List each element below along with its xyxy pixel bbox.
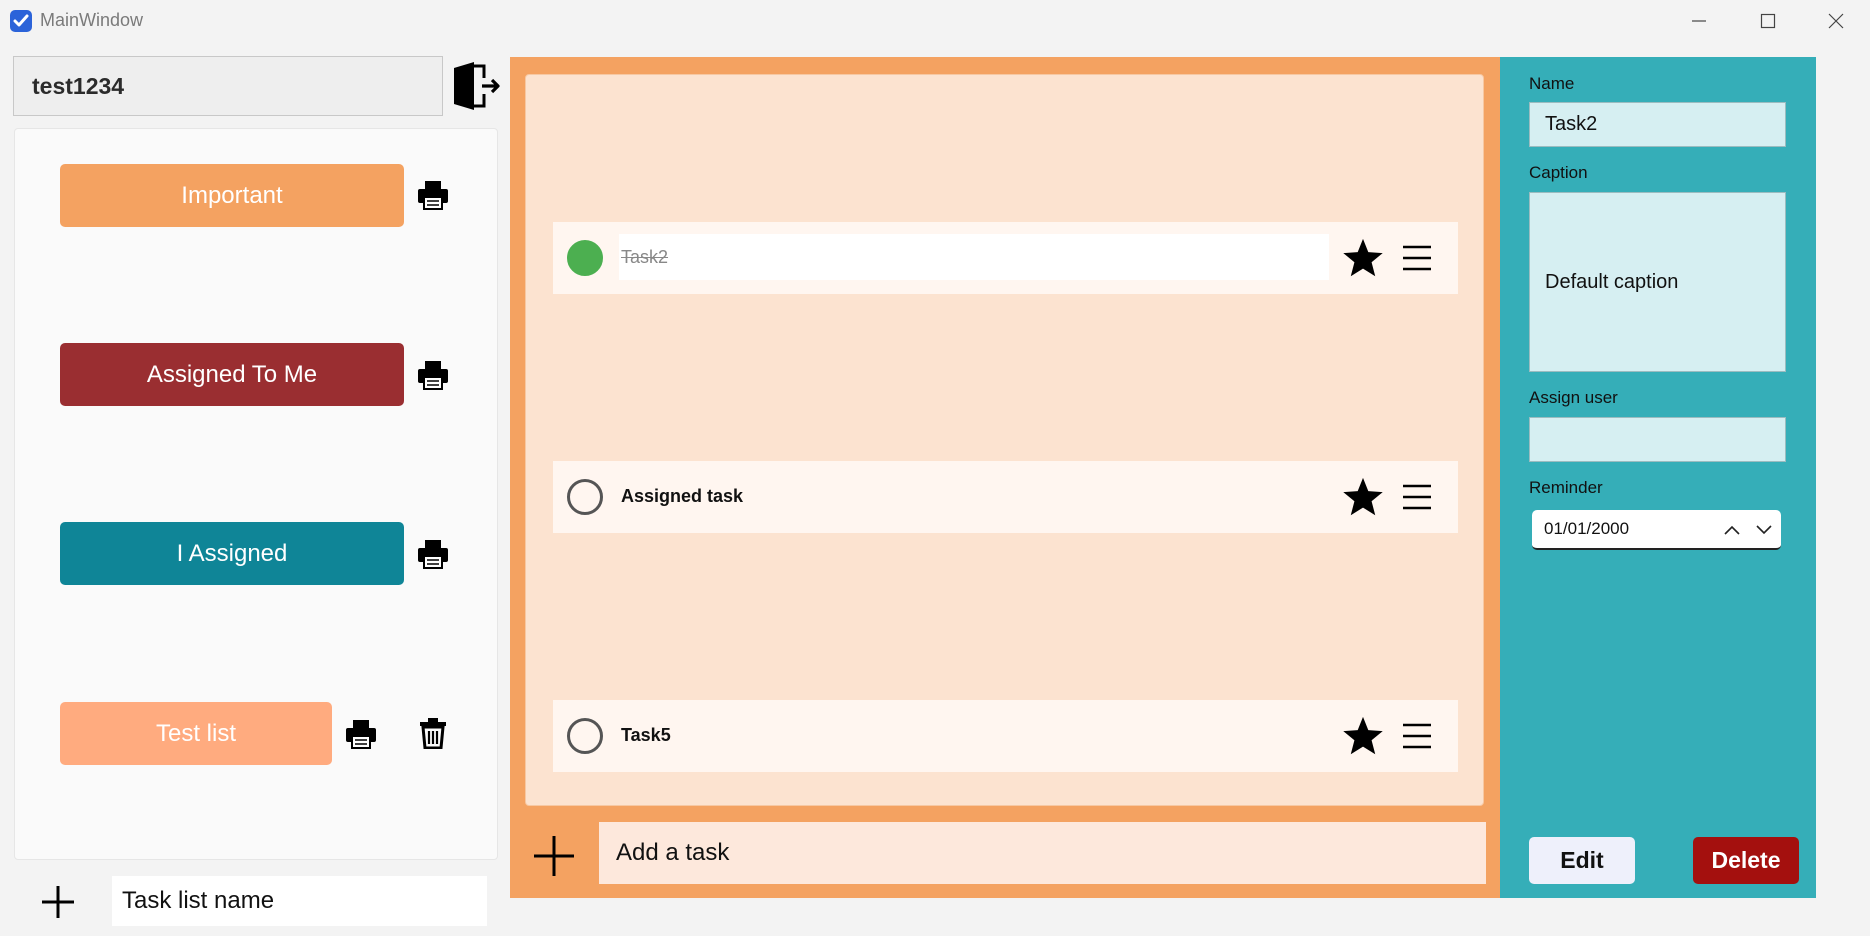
logout-door-icon: [454, 62, 500, 110]
task-lists-panel: Important Assigned To Me I Assigned Test…: [14, 128, 498, 860]
delete-button[interactable]: Delete: [1693, 837, 1799, 884]
task-row[interactable]: Task2: [553, 222, 1458, 294]
print-important-button[interactable]: [413, 175, 453, 215]
add-list-button[interactable]: [36, 880, 80, 924]
hamburger-menu-icon: [1403, 723, 1431, 749]
task-list-label: Test list: [155, 719, 236, 747]
task-list-label: I Assigned: [176, 539, 288, 567]
printer-icon: [418, 540, 448, 569]
delete-test-list-button[interactable]: [413, 713, 453, 753]
task-list-important-button[interactable]: Important: [60, 164, 404, 227]
logout-button[interactable]: [452, 60, 502, 112]
task-menu-button[interactable]: [1401, 720, 1433, 752]
important-toggle[interactable]: [1341, 715, 1385, 757]
task-list-name-input[interactable]: [112, 876, 487, 926]
task-menu-button[interactable]: [1401, 481, 1433, 513]
edit-button[interactable]: Edit: [1529, 837, 1635, 884]
hamburger-menu-icon: [1403, 484, 1431, 510]
important-toggle[interactable]: [1341, 476, 1385, 518]
task-list-label: Assigned To Me: [146, 360, 318, 388]
printer-icon: [418, 361, 448, 390]
add-task-input[interactable]: [599, 822, 1486, 884]
minimize-button[interactable]: [1665, 0, 1733, 42]
add-task-button[interactable]: [530, 832, 578, 880]
chevron-down-icon: [1756, 525, 1772, 535]
chevron-up-icon: [1724, 525, 1740, 535]
minimize-icon: [1692, 20, 1706, 22]
checkbox-check-icon: [10, 10, 32, 32]
hamburger-menu-icon: [1403, 245, 1431, 271]
task-list-test-list-button[interactable]: Test list: [60, 702, 332, 765]
close-icon: [1828, 13, 1844, 29]
task-caption-text: Default caption: [1545, 270, 1679, 293]
window-title: MainWindow: [40, 10, 144, 30]
trash-icon: [420, 718, 446, 749]
maximize-button[interactable]: [1734, 0, 1802, 42]
task-name-field[interactable]: [1529, 102, 1786, 147]
plus-icon: [42, 886, 74, 918]
current-user-box: test1234: [13, 56, 443, 116]
star-icon: [1343, 238, 1383, 277]
star-icon: [1343, 716, 1383, 755]
task-title: Assigned task: [621, 485, 744, 506]
task-list-label: Important: [181, 181, 283, 209]
close-button[interactable]: [1802, 0, 1870, 42]
star-icon: [1343, 477, 1383, 516]
print-i-assigned-button[interactable]: [413, 534, 453, 574]
task-caption-field[interactable]: Default caption: [1529, 192, 1786, 372]
printer-icon: [418, 181, 448, 210]
reminder-date-picker[interactable]: 01/01/2000: [1532, 510, 1781, 550]
task-complete-toggle[interactable]: [567, 479, 603, 515]
task-list-assigned-to-me-button[interactable]: Assigned To Me: [60, 343, 404, 406]
printer-icon: [346, 720, 376, 749]
task-complete-toggle[interactable]: [567, 718, 603, 754]
reminder-label: Reminder: [1529, 478, 1603, 497]
delete-button-label: Delete: [1711, 847, 1781, 873]
task-menu-button[interactable]: [1401, 242, 1433, 274]
name-label: Name: [1529, 74, 1575, 93]
task-row[interactable]: Task5: [553, 700, 1458, 772]
title-bar: MainWindow: [0, 0, 1870, 42]
task-complete-toggle[interactable]: [567, 240, 603, 276]
print-test-list-button[interactable]: [341, 714, 381, 754]
print-assigned-to-me-button[interactable]: [413, 355, 453, 395]
assign-user-label: Assign user: [1529, 388, 1618, 407]
task-title: Task2: [619, 234, 1329, 280]
task-details-panel: Name Caption Default caption Assign user…: [1500, 57, 1816, 898]
task-title: Task5: [621, 724, 671, 745]
tasks-panel: Task2 Assigned task Task5: [510, 57, 1500, 898]
plus-icon: [534, 836, 574, 876]
current-user-name: test1234: [32, 72, 125, 99]
maximize-icon: [1760, 13, 1776, 29]
important-toggle[interactable]: [1341, 237, 1385, 279]
date-increment-button[interactable]: [1718, 516, 1746, 544]
edit-button-label: Edit: [1560, 847, 1604, 873]
assign-user-field[interactable]: [1529, 417, 1786, 462]
reminder-date-value: 01/01/2000: [1544, 519, 1630, 538]
date-decrement-button[interactable]: [1750, 516, 1778, 544]
task-row[interactable]: Assigned task: [553, 461, 1458, 533]
caption-label: Caption: [1529, 163, 1588, 182]
task-list-i-assigned-button[interactable]: I Assigned: [60, 522, 404, 585]
task-list-area: Task2 Assigned task Task5: [525, 74, 1484, 806]
